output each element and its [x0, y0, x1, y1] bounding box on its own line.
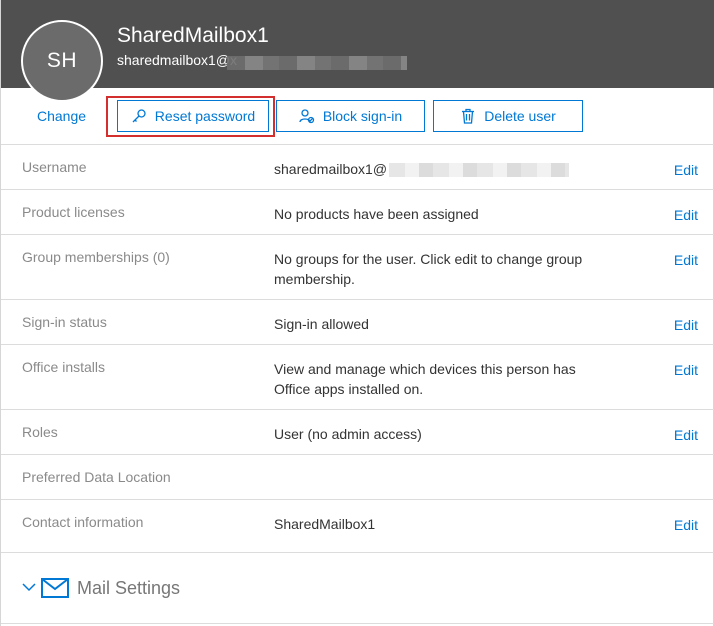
user-display-name: SharedMailbox1 [117, 24, 269, 47]
row-value: View and manage which devices this perso… [274, 361, 576, 397]
user-actions-toolbar: Change Reset password Block sign-in Dele… [1, 88, 714, 144]
row-label: Preferred Data Location [22, 469, 171, 485]
mail-settings-label: Mail Settings [77, 578, 181, 598]
delete-user-label: Delete user [484, 108, 556, 124]
row-product-licenses: Product licenses No products have been a… [1, 189, 714, 234]
row-label: Contact information [22, 514, 144, 530]
row-office-installs: Office installs View and manage which de… [1, 344, 714, 409]
row-value: No products have been assigned [274, 206, 479, 222]
chevron-down-icon[interactable] [21, 581, 37, 593]
row-value: SharedMailbox1 [274, 516, 376, 532]
edit-contact-link[interactable]: Edit [674, 517, 698, 533]
row-contact-information: Contact information SharedMailbox1 Edit [1, 499, 714, 552]
edit-username-link[interactable]: Edit [674, 162, 698, 178]
reset-password-label: Reset password [154, 108, 256, 124]
row-label: Sign-in status [22, 314, 107, 330]
row-label: Office installs [22, 359, 105, 375]
row-label: Roles [22, 424, 58, 440]
trash-icon [462, 108, 475, 124]
row-preferred-data-location: Preferred Data Location [1, 454, 714, 499]
edit-roles-link[interactable]: Edit [674, 427, 698, 443]
user-properties-list: Username sharedmailbox1@ Edit Product li… [1, 144, 714, 552]
redacted-email-domain [227, 56, 407, 70]
delete-user-button[interactable]: Delete user [433, 100, 583, 132]
row-roles: Roles User (no admin access) Edit [1, 409, 714, 454]
row-label: Product licenses [22, 204, 125, 220]
edit-groups-link[interactable]: Edit [674, 252, 698, 268]
user-header: SharedMailbox1 sharedmailbox1@x [1, 0, 714, 88]
key-icon [132, 109, 146, 123]
row-value: No groups for the user. Click edit to ch… [274, 251, 583, 287]
block-signin-label: Block sign-in [322, 108, 403, 124]
block-user-icon [299, 109, 314, 124]
block-signin-button[interactable]: Block sign-in [276, 100, 425, 132]
redacted-domain [389, 163, 570, 178]
row-value: Sign-in allowed [274, 316, 369, 332]
row-signin-status: Sign-in status Sign-in allowed Edit [1, 299, 714, 344]
row-label: Username [22, 159, 87, 175]
divider [1, 623, 714, 624]
user-details-panel: SharedMailbox1 sharedmailbox1@x SH Chang… [0, 0, 714, 626]
user-email: sharedmailbox1@x [117, 52, 238, 68]
edit-office-link[interactable]: Edit [674, 362, 698, 378]
change-photo-link[interactable]: Change [37, 108, 86, 124]
row-value: User (no admin access) [274, 426, 422, 442]
edit-licenses-link[interactable]: Edit [674, 207, 698, 223]
row-group-memberships: Group memberships (0) No groups for the … [1, 234, 714, 299]
envelope-icon [41, 578, 69, 598]
username-value: sharedmailbox1@ [274, 161, 388, 177]
edit-signin-link[interactable]: Edit [674, 317, 698, 333]
row-username: Username sharedmailbox1@ Edit [1, 144, 714, 189]
row-value: sharedmailbox1@ [274, 159, 614, 179]
row-label: Group memberships (0) [22, 249, 170, 265]
mail-settings-section[interactable]: Mail Settings [1, 552, 714, 626]
reset-password-button[interactable]: Reset password [117, 100, 269, 132]
avatar: SH [21, 20, 103, 102]
